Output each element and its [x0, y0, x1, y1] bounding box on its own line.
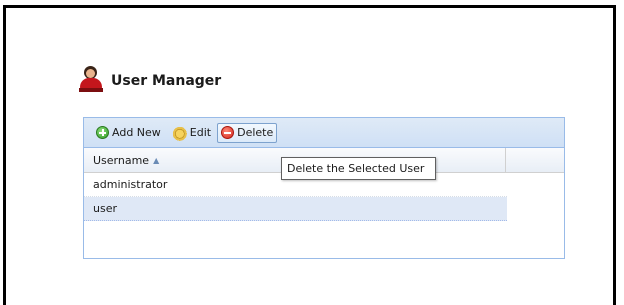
delete-button[interactable]: Delete: [217, 122, 278, 143]
table-row[interactable]: user: [84, 197, 507, 221]
user-grid-panel: Add New Edit Delete Username ▲ administr…: [83, 117, 565, 259]
delete-icon: [221, 126, 235, 139]
add-icon: [96, 126, 109, 139]
grid-toolbar: Add New Edit Delete: [84, 118, 564, 148]
username-cell: user: [93, 202, 117, 215]
add-new-label: Add New: [112, 126, 161, 139]
user-icon: [79, 66, 103, 92]
edit-label: Edit: [189, 126, 212, 139]
page-header: User Manager: [79, 62, 221, 92]
gear-icon: [170, 124, 187, 141]
add-new-button[interactable]: Add New: [92, 123, 165, 143]
page-title: User Manager: [111, 73, 222, 89]
delete-label: Delete: [237, 126, 274, 139]
edit-button[interactable]: Edit: [167, 123, 215, 143]
sort-ascending-icon: ▲: [153, 155, 160, 165]
delete-tooltip: Delete the Selected User: [281, 157, 436, 180]
username-cell: administrator: [93, 178, 168, 191]
column-header-label: Username: [93, 153, 150, 167]
